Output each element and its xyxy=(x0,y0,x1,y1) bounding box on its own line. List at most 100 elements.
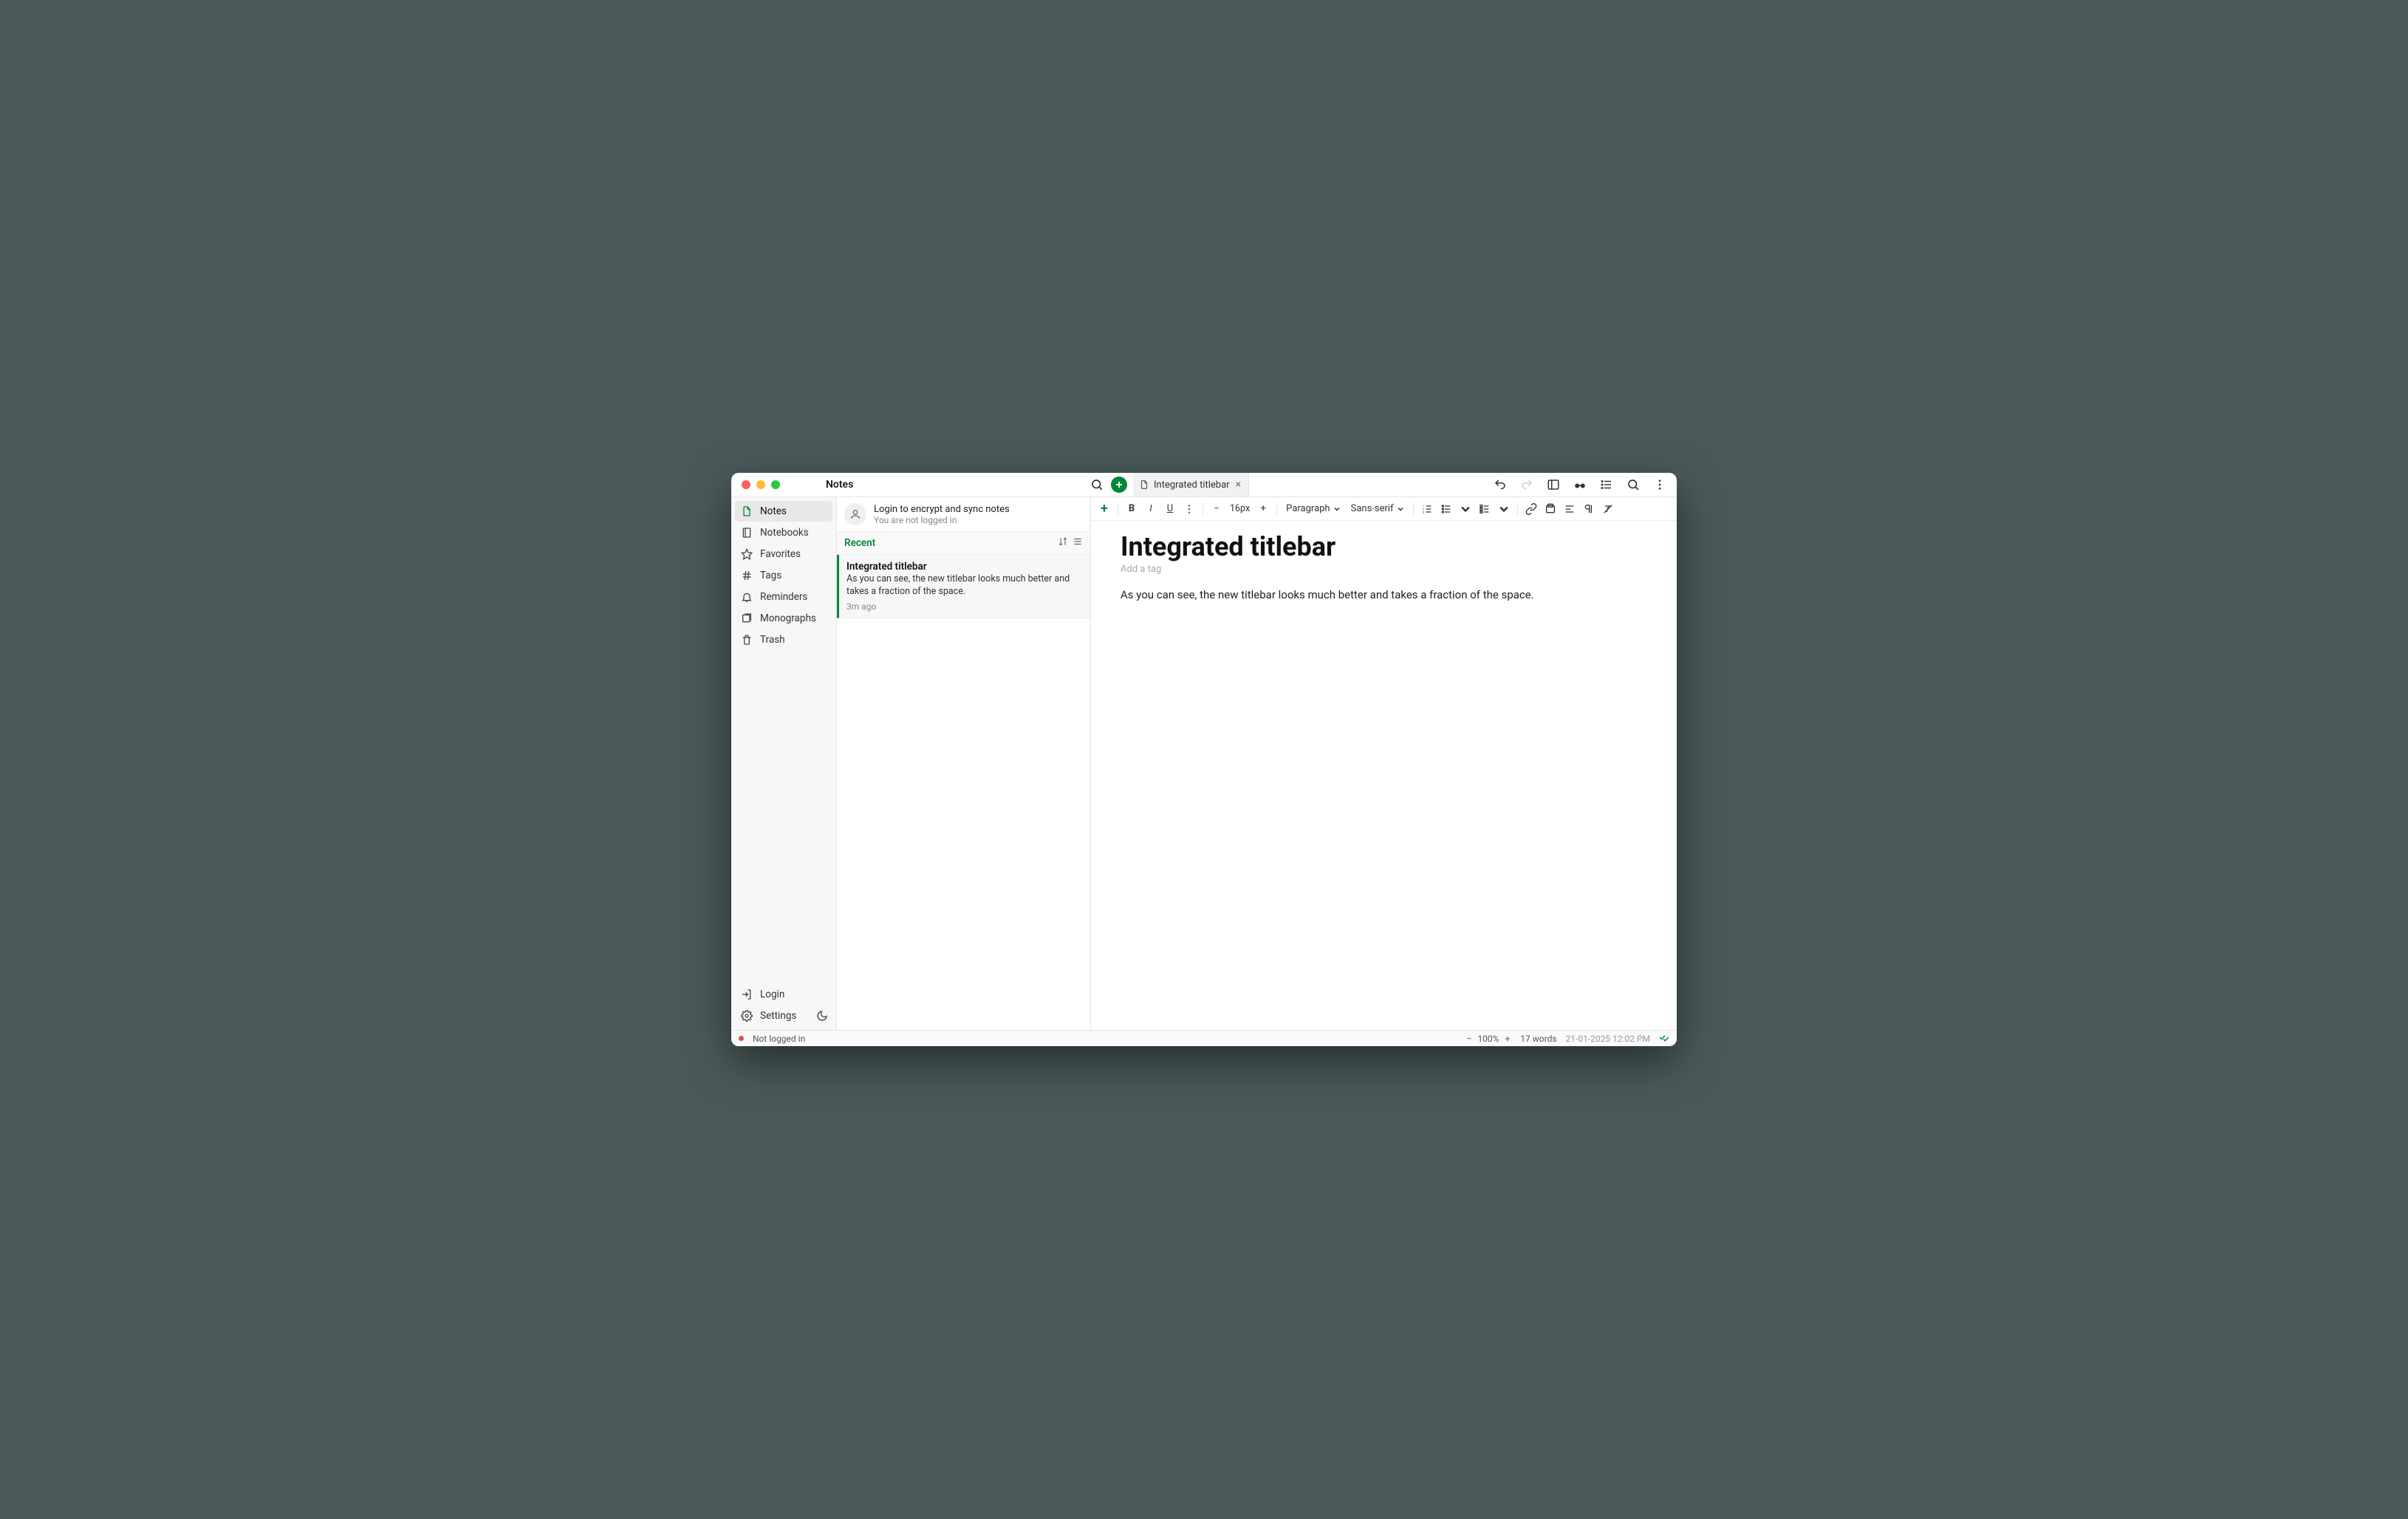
link-button[interactable] xyxy=(1522,500,1540,518)
checklist-button[interactable] xyxy=(1476,500,1494,518)
titlebar-left-actions xyxy=(879,475,1133,494)
sidebar-item-notebooks[interactable]: Notebooks xyxy=(735,522,832,543)
zoom-out-button[interactable]: − xyxy=(1465,1034,1474,1044)
sidebar-item-notes[interactable]: Notes xyxy=(735,501,832,522)
sidebar-item-trash[interactable]: Trash xyxy=(735,629,832,650)
gear-icon xyxy=(741,1010,753,1022)
sidebar-item-label: Favorites xyxy=(760,548,801,560)
redo-icon xyxy=(1520,478,1533,491)
avatar xyxy=(844,503,866,525)
window-close-button[interactable] xyxy=(742,480,750,489)
sidebar-item-monographs[interactable]: Monographs xyxy=(735,608,832,629)
sidebar-item-label: Trash xyxy=(760,634,785,646)
login-banner[interactable]: Login to encrypt and sync notes You are … xyxy=(837,497,1090,532)
alignment-button[interactable] xyxy=(1561,500,1578,518)
sidebar-item-favorites[interactable]: Favorites xyxy=(735,544,832,564)
editor-panel: + B I U − 16px + Paragraph Sans-serif xyxy=(1091,497,1677,1030)
redo-button[interactable] xyxy=(1517,475,1536,494)
document-title[interactable]: Integrated titlebar xyxy=(1121,531,1647,562)
dots-vertical-icon xyxy=(1653,478,1666,491)
list-filter-dropdown[interactable]: Recent xyxy=(844,537,875,549)
tag-input[interactable]: Add a tag xyxy=(1121,564,1647,575)
undo-icon xyxy=(1494,478,1507,491)
theme-toggle-button[interactable] xyxy=(812,1006,832,1026)
new-note-button[interactable] xyxy=(1111,477,1127,493)
document-tab[interactable]: Integrated titlebar × xyxy=(1133,473,1249,496)
font-size-increase-button[interactable]: + xyxy=(1254,500,1272,518)
text-direction-button[interactable] xyxy=(1580,500,1598,518)
list-style-dropdown[interactable] xyxy=(1457,500,1474,518)
zoom-control: − 100% + xyxy=(1465,1034,1512,1044)
sidebar-item-label: Notebooks xyxy=(760,527,809,539)
bold-button[interactable]: B xyxy=(1123,500,1140,518)
view-options-button[interactable] xyxy=(1073,536,1083,550)
outline-button[interactable] xyxy=(1597,475,1616,494)
sort-icon xyxy=(1058,536,1068,547)
sidebar-settings-button[interactable]: Settings xyxy=(735,1006,812,1026)
font-size-decrease-button[interactable]: − xyxy=(1208,500,1225,518)
login-banner-subtitle: You are not logged in xyxy=(874,515,1010,525)
notebook-icon xyxy=(741,527,753,539)
editor-body[interactable]: Integrated titlebar Add a tag As you can… xyxy=(1091,521,1677,1030)
zoom-value: 100% xyxy=(1477,1034,1499,1044)
undo-button[interactable] xyxy=(1491,475,1510,494)
zoom-in-button[interactable]: + xyxy=(1503,1034,1511,1044)
italic-button[interactable]: I xyxy=(1142,500,1160,518)
font-family-dropdown[interactable]: Sans-serif xyxy=(1347,503,1409,514)
note-item-title: Integrated titlebar xyxy=(846,561,1083,573)
search-icon xyxy=(1627,478,1640,491)
note-icon xyxy=(741,505,753,517)
split-view-button[interactable] xyxy=(1544,475,1563,494)
file-icon xyxy=(1139,479,1149,490)
checklist-dropdown[interactable] xyxy=(1495,500,1513,518)
sidebar-item-reminders[interactable]: Reminders xyxy=(735,587,832,607)
font-size-value: 16px xyxy=(1227,503,1253,514)
sidebar-item-label: Tags xyxy=(760,570,781,581)
nav-list: Notes Notebooks Favorites Tags Reminders xyxy=(731,497,836,654)
sort-button[interactable] xyxy=(1058,536,1068,550)
layers-icon xyxy=(741,612,753,624)
focus-mode-button[interactable] xyxy=(1570,475,1590,494)
status-dot-icon xyxy=(739,1036,744,1041)
code-block-button[interactable] xyxy=(1542,500,1559,518)
search-in-note-button[interactable] xyxy=(1624,475,1643,494)
note-list-item[interactable]: Integrated titlebar As you can see, the … xyxy=(837,555,1090,618)
chevron-down-icon xyxy=(1460,503,1471,515)
text-more-button[interactable] xyxy=(1180,500,1198,518)
dots-vertical-icon xyxy=(1183,503,1195,515)
document-content[interactable]: As you can see, the new titlebar looks m… xyxy=(1121,587,1647,604)
panel-icon xyxy=(1547,478,1560,491)
editor-toolbar: + B I U − 16px + Paragraph Sans-serif xyxy=(1091,497,1677,521)
numbered-list-button[interactable]: 123 xyxy=(1418,500,1436,518)
font-family-label: Sans-serif xyxy=(1351,503,1394,514)
tab-close-button[interactable]: × xyxy=(1236,479,1241,491)
pilcrow-icon xyxy=(1583,503,1595,515)
chevron-down-icon xyxy=(1498,503,1510,515)
search-button[interactable] xyxy=(1087,475,1106,494)
underline-button[interactable]: U xyxy=(1161,500,1179,518)
window-controls xyxy=(731,480,790,489)
block-type-dropdown[interactable]: Paragraph xyxy=(1282,503,1344,514)
window-maximize-button[interactable] xyxy=(771,480,780,489)
titlebar-right-actions xyxy=(1491,475,1677,494)
login-banner-text: Login to encrypt and sync notes You are … xyxy=(874,504,1010,525)
login-status-text: Not logged in xyxy=(753,1034,805,1044)
svg-text:3: 3 xyxy=(1423,510,1424,513)
window-minimize-button[interactable] xyxy=(756,480,765,489)
block-type-label: Paragraph xyxy=(1286,503,1330,514)
insert-button[interactable]: + xyxy=(1095,500,1113,518)
sidebar-login-label: Login xyxy=(760,989,784,1000)
sync-status-icon[interactable] xyxy=(1659,1032,1669,1045)
hash-icon xyxy=(741,570,753,581)
clear-format-icon xyxy=(1602,503,1614,515)
sidebar-item-tags[interactable]: Tags xyxy=(735,565,832,586)
more-menu-button[interactable] xyxy=(1650,475,1669,494)
note-list-panel: Login to encrypt and sync notes You are … xyxy=(837,497,1091,1030)
star-icon xyxy=(741,548,753,560)
sidebar-login-button[interactable]: Login xyxy=(735,984,832,1005)
bell-icon xyxy=(741,591,753,603)
clear-formatting-button[interactable] xyxy=(1599,500,1617,518)
main-content: Notes Notebooks Favorites Tags Reminders xyxy=(731,496,1677,1030)
check-double-icon xyxy=(1659,1032,1669,1042)
bulleted-list-button[interactable] xyxy=(1437,500,1455,518)
